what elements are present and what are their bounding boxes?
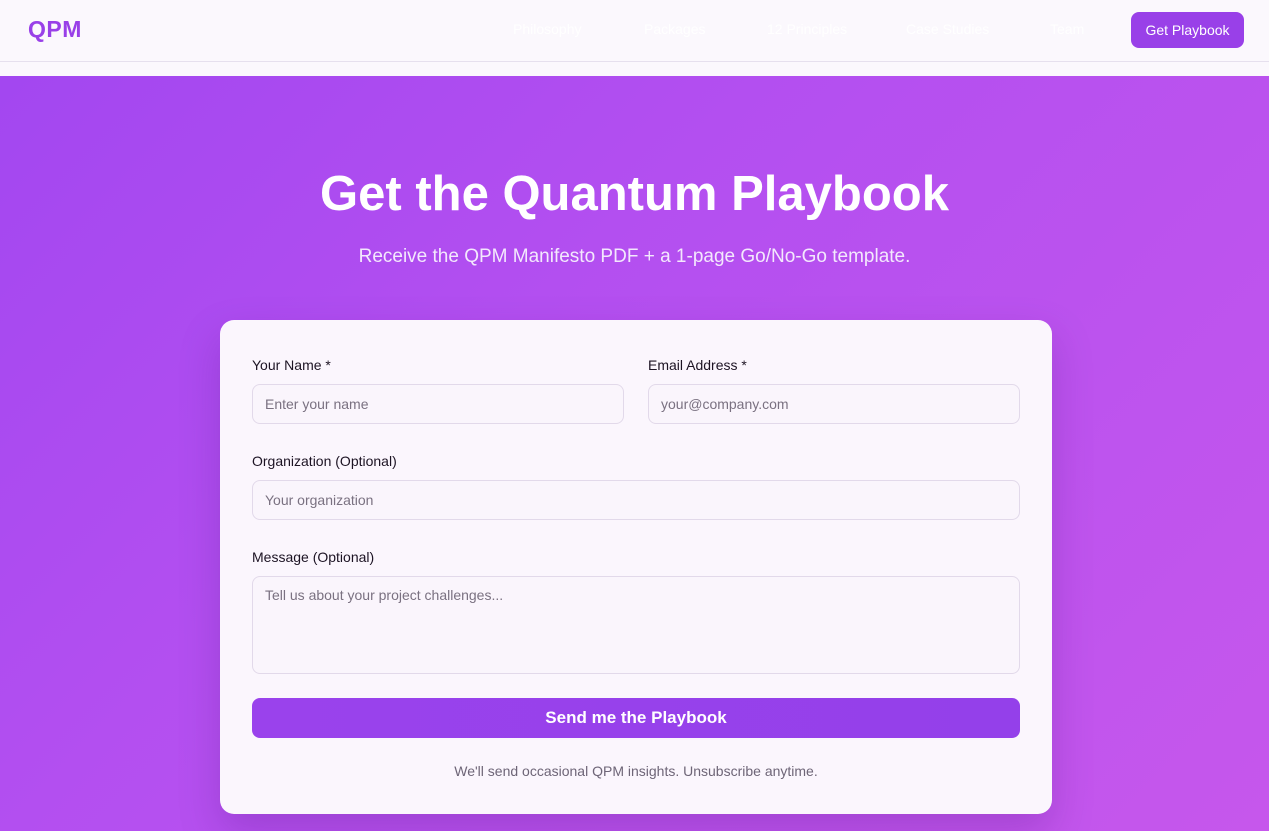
- get-playbook-button[interactable]: Get Playbook: [1131, 12, 1244, 48]
- email-input[interactable]: [648, 384, 1020, 424]
- send-playbook-button[interactable]: Send me the Playbook: [252, 698, 1020, 738]
- nav-link-team[interactable]: Team: [1050, 21, 1084, 37]
- hero-title: Get the Quantum Playbook: [320, 167, 949, 221]
- name-label: Your Name *: [252, 357, 331, 373]
- message-textarea[interactable]: [252, 576, 1020, 674]
- header-divider: [0, 62, 1269, 76]
- email-label: Email Address *: [648, 357, 747, 373]
- nav-link-packages[interactable]: Packages: [644, 21, 705, 37]
- nav-link-case-studies[interactable]: Case Studies: [906, 21, 989, 37]
- privacy-note: We'll send occasional QPM insights. Unsu…: [454, 763, 818, 779]
- nav-link-principles[interactable]: 12 Principles: [767, 21, 847, 37]
- site-header: QPM Philosophy Packages 12 Principles Ca…: [0, 0, 1269, 62]
- hero-subtitle: Receive the QPM Manifesto PDF + a 1-page…: [358, 246, 911, 267]
- name-input[interactable]: [252, 384, 624, 424]
- playbook-form: Your Name * Email Address * Organization…: [220, 320, 1052, 814]
- message-label: Message (Optional): [252, 549, 375, 565]
- organization-label: Organization (Optional): [252, 453, 397, 469]
- logo[interactable]: QPM: [28, 16, 82, 43]
- nav-link-philosophy[interactable]: Philosophy: [513, 21, 582, 37]
- organization-input[interactable]: [252, 480, 1020, 520]
